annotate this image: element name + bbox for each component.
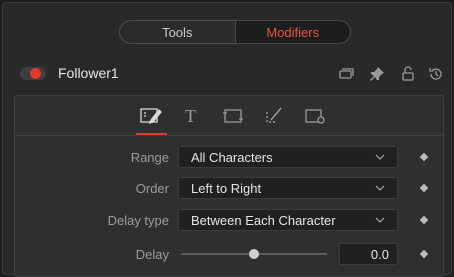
chevron-down-icon bbox=[375, 185, 385, 191]
control-page-bar: T bbox=[15, 96, 443, 136]
divider bbox=[15, 135, 443, 136]
order-value: Left to Right bbox=[191, 181, 262, 196]
reset-icon[interactable] bbox=[427, 65, 445, 83]
pin-icon[interactable] bbox=[368, 65, 386, 83]
lock-icon[interactable] bbox=[399, 65, 417, 83]
inspector-window: Tools Modifiers Follower1 T Range All Ch… bbox=[2, 2, 452, 277]
tab-modifiers[interactable]: Modifiers bbox=[235, 21, 350, 43]
settings-icon[interactable] bbox=[303, 106, 327, 126]
range-value: All Characters bbox=[191, 150, 273, 165]
text-icon[interactable]: T bbox=[181, 106, 205, 126]
delay-type-dropdown[interactable]: Between Each Character bbox=[178, 209, 398, 231]
chevron-down-icon bbox=[375, 217, 385, 223]
delay-slider-handle[interactable] bbox=[249, 249, 259, 259]
delay-value-field[interactable]: 0.0 bbox=[339, 243, 398, 265]
collapse-icon[interactable] bbox=[337, 65, 355, 83]
node-enable-toggle[interactable] bbox=[20, 67, 46, 80]
svg-text:T: T bbox=[185, 106, 196, 126]
delay-type-value: Between Each Character bbox=[191, 213, 336, 228]
range-label: Range bbox=[130, 150, 169, 165]
toggle-on-indicator bbox=[30, 68, 41, 79]
modifier-controls-icon[interactable] bbox=[139, 106, 163, 126]
node-header: Follower1 bbox=[15, 61, 445, 87]
order-dropdown[interactable]: Left to Right bbox=[178, 177, 398, 199]
tab-switcher: Tools Modifiers bbox=[119, 20, 351, 44]
shading-icon[interactable] bbox=[261, 106, 285, 126]
range-dropdown[interactable]: All Characters bbox=[178, 146, 398, 168]
delay-type-label: Delay type bbox=[107, 213, 169, 228]
order-label: Order bbox=[135, 181, 169, 196]
tab-tools[interactable]: Tools bbox=[120, 21, 235, 43]
node-name: Follower1 bbox=[58, 65, 119, 81]
layout-icon[interactable] bbox=[221, 106, 245, 126]
chevron-down-icon bbox=[375, 154, 385, 160]
delay-label: Delay bbox=[135, 247, 169, 262]
